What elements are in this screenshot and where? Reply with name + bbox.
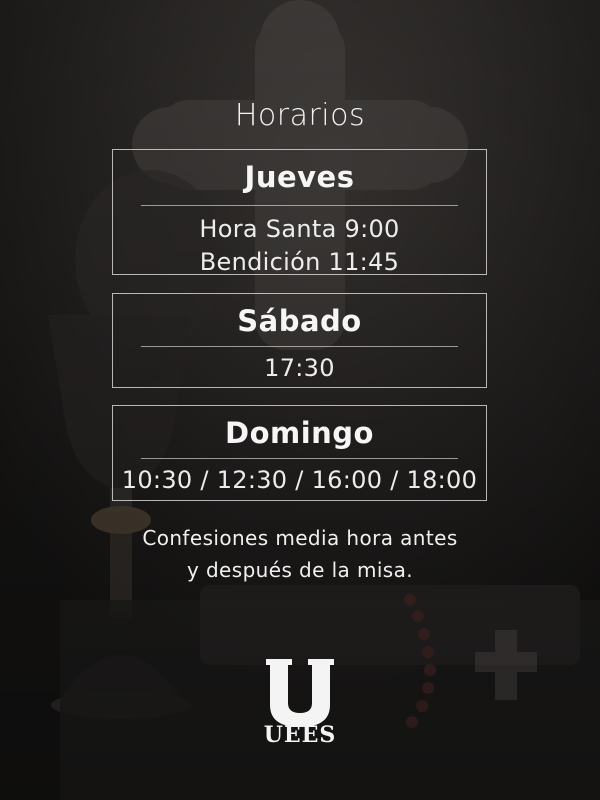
time-line: Bendición 11:45 [199, 248, 400, 276]
times-list: Hora Santa 9:00 Bendición 11:45 [113, 213, 486, 279]
logo-wordmark: UEES [263, 722, 337, 748]
times-list: 17:30 [113, 352, 486, 385]
day-heading: Sábado [237, 304, 362, 338]
divider [141, 346, 458, 347]
schedule-box-domingo: Domingo 10:30 / 12:30 / 16:00 / 18:00 [112, 405, 487, 501]
divider [141, 458, 458, 459]
schedule-box-sabado: Sábado 17:30 [112, 293, 487, 388]
day-heading: Jueves [244, 160, 355, 194]
page-title: Horarios [234, 98, 366, 133]
divider [141, 205, 458, 206]
time-line: 10:30 / 12:30 / 16:00 / 18:00 [121, 466, 478, 494]
day-heading: Domingo [225, 416, 374, 450]
schedule-box-jueves: Jueves Hora Santa 9:00 Bendición 11:45 [112, 149, 487, 276]
time-line: Hora Santa 9:00 [199, 215, 400, 243]
note-line: y después de la misa. [186, 558, 414, 582]
times-list: 10:30 / 12:30 / 16:00 / 18:00 [113, 464, 486, 497]
confession-note: Confesiones media hora antes y después d… [0, 522, 600, 586]
time-line: 17:30 [264, 354, 335, 382]
schedule-card: Horarios Jueves Hora Santa 9:00 Bendició… [0, 0, 600, 800]
note-line: Confesiones media hora antes [142, 526, 458, 550]
